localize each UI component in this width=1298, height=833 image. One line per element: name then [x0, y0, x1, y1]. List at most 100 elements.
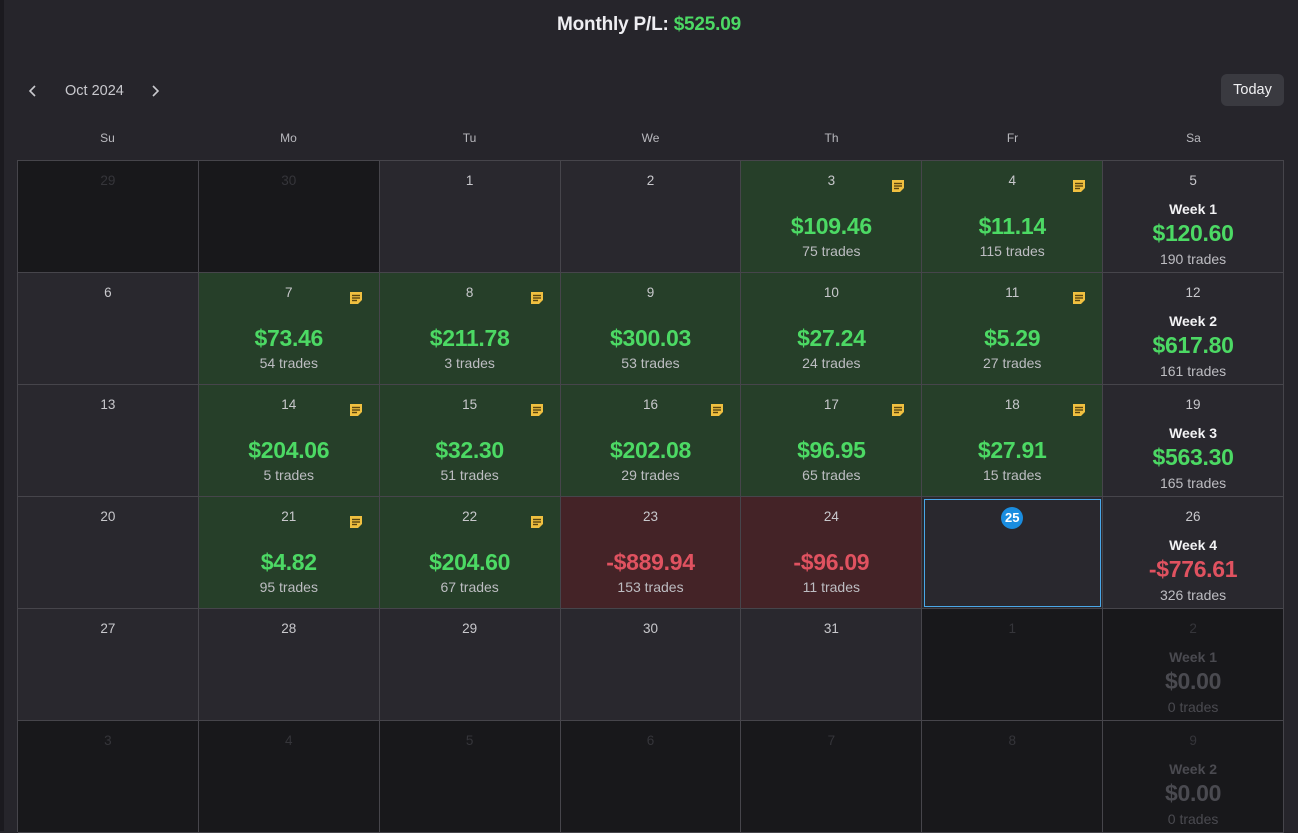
day-pl-value: $204.06: [248, 437, 330, 463]
calendar-day-cell[interactable]: 31: [741, 609, 923, 721]
calendar-day-cell[interactable]: 17 $96.95 65 trades: [741, 385, 923, 497]
calendar-day-cell[interactable]: 29: [379, 609, 561, 721]
calendar-day-cell[interactable]: 7 $73.46 54 trades: [198, 273, 380, 385]
week-trade-count: 326 trades: [1159, 587, 1227, 603]
calendar-day-cell[interactable]: 8: [922, 721, 1104, 833]
monthly-pl-header: Monthly P/L: $525.09: [0, 14, 1298, 36]
day-number: 1: [1008, 621, 1016, 636]
weekday-header: Sa: [1186, 131, 1201, 145]
calendar-day-cell[interactable]: 18 $27.91 15 trades: [922, 385, 1104, 497]
calendar-day-cell[interactable]: 10 $27.24 24 trades: [741, 273, 923, 385]
day-trade-count: 29 trades: [621, 467, 680, 483]
week-pl-value: $0.00: [1165, 780, 1222, 806]
calendar-day-cell[interactable]: 9 $300.03 53 trades: [560, 273, 742, 385]
calendar-day-cell[interactable]: 15 $32.30 51 trades: [379, 385, 561, 497]
calendar-day-cell[interactable]: 14 $204.06 5 trades: [198, 385, 380, 497]
calendar-day-cell[interactable]: 30: [560, 609, 742, 721]
calendar-day-cell[interactable]: 3 $109.46 75 trades: [741, 161, 923, 273]
calendar-day-cell[interactable]: 4 $11.14 115 trades: [922, 161, 1104, 273]
day-trade-count: 53 trades: [621, 355, 680, 371]
calendar-day-cell[interactable]: 6: [18, 273, 199, 385]
note-icon[interactable]: [348, 402, 364, 418]
week-label: Week 3: [1169, 425, 1218, 441]
day-pl-value: -$889.94: [606, 549, 695, 575]
calendar-day-cell[interactable]: 2: [560, 161, 742, 273]
week-pl-value: $563.30: [1152, 444, 1234, 470]
calendar-day-cell[interactable]: 22 $204.60 67 trades: [379, 497, 561, 609]
calendar-day-cell[interactable]: 30: [198, 161, 380, 273]
day-trade-count: 54 trades: [259, 355, 318, 371]
week-summary-cell[interactable]: 19 Week 3 $563.30 165 trades: [1103, 385, 1284, 497]
next-month-button[interactable]: [144, 76, 166, 106]
day-number: 3: [104, 733, 112, 748]
week-trade-count: 0 trades: [1167, 699, 1219, 715]
calendar-day-cell[interactable]: 23 -$889.94 153 trades: [560, 497, 742, 609]
week-summary-cell[interactable]: 2 Week 1 $0.00 0 trades: [1103, 609, 1284, 721]
day-number: 28: [281, 621, 297, 636]
note-icon[interactable]: [348, 514, 364, 530]
note-icon[interactable]: [529, 402, 545, 418]
calendar-day-cell[interactable]: 7: [741, 721, 923, 833]
note-icon[interactable]: [529, 290, 545, 306]
today-button[interactable]: Today: [1221, 74, 1284, 106]
week-summary-cell[interactable]: 26 Week 4 -$776.61 326 trades: [1103, 497, 1284, 609]
week-summary-cell[interactable]: 12 Week 2 $617.80 161 trades: [1103, 273, 1284, 385]
calendar-day-cell[interactable]: 16 $202.08 29 trades: [560, 385, 742, 497]
calendar-day-cell[interactable]: 24 -$96.09 11 trades: [741, 497, 923, 609]
note-icon[interactable]: [1071, 402, 1087, 418]
week-pl-value: $120.60: [1152, 220, 1234, 246]
calendar-day-cell[interactable]: 28: [198, 609, 380, 721]
note-icon[interactable]: [529, 514, 545, 530]
calendar-day-cell[interactable]: 3: [18, 721, 199, 833]
note-icon[interactable]: [890, 178, 906, 194]
day-trade-count: 27 trades: [983, 355, 1042, 371]
week-summary-cell[interactable]: 9 Week 2 $0.00 0 trades: [1103, 721, 1284, 833]
day-pl-value: $27.91: [977, 437, 1047, 463]
note-icon[interactable]: [1071, 290, 1087, 306]
week-pl-value: $617.80: [1152, 332, 1234, 358]
calendar-day-cell[interactable]: 4: [198, 721, 380, 833]
week-summary-cell[interactable]: 5 Week 1 $120.60 190 trades: [1103, 161, 1284, 273]
prev-month-button[interactable]: [22, 76, 44, 106]
chevron-left-icon: [28, 85, 36, 97]
day-number: 12: [1185, 285, 1201, 300]
day-pl-value: $109.46: [790, 213, 872, 239]
day-number: 5: [1189, 173, 1197, 188]
day-trade-count: 153 trades: [617, 579, 684, 595]
week-label: Week 4: [1169, 537, 1218, 553]
calendar-day-cell[interactable]: 11 $5.29 27 trades: [922, 273, 1104, 385]
day-pl-value: $300.03: [609, 325, 692, 351]
day-number: 30: [642, 621, 658, 636]
note-icon[interactable]: [1071, 178, 1087, 194]
calendar-day-cell[interactable]: 5: [379, 721, 561, 833]
note-icon[interactable]: [348, 290, 364, 306]
calendar-day-cell[interactable]: 13: [18, 385, 199, 497]
day-pl-value: $32.30: [435, 437, 504, 463]
calendar-day-cell[interactable]: 20: [18, 497, 199, 609]
day-pl-value: $4.82: [260, 549, 317, 575]
calendar-grid: 29 30 1 2 3 $109.46 75 trades 4 $11.14 115 trades…: [17, 160, 1284, 833]
calendar-day-cell[interactable]: 25: [922, 497, 1104, 609]
calendar-day-cell[interactable]: 1: [379, 161, 561, 273]
day-number: 9: [646, 285, 655, 300]
day-number: 19: [1185, 397, 1201, 412]
week-label: Week 1: [1169, 201, 1218, 217]
week-trade-count: 165 trades: [1159, 475, 1227, 491]
calendar-day-cell[interactable]: 1: [922, 609, 1104, 721]
day-number: 20: [100, 509, 116, 524]
calendar-day-cell[interactable]: 29: [18, 161, 199, 273]
week-trade-count: 0 trades: [1167, 811, 1219, 827]
day-number: 8: [1008, 733, 1016, 748]
calendar-day-cell[interactable]: 27: [18, 609, 199, 721]
weekday-header: Mo: [280, 131, 297, 145]
calendar-day-cell[interactable]: 21 $4.82 95 trades: [198, 497, 380, 609]
calendar-day-cell[interactable]: 6: [560, 721, 742, 833]
weekday-header: Tu: [462, 131, 477, 145]
day-number: 9: [1189, 733, 1197, 748]
day-trade-count: 3 trades: [444, 355, 495, 371]
day-number: 5: [465, 733, 474, 748]
note-icon[interactable]: [709, 402, 725, 418]
note-icon[interactable]: [890, 402, 906, 418]
calendar-day-cell[interactable]: 8 $211.78 3 trades: [379, 273, 561, 385]
week-label: Week 2: [1169, 313, 1218, 329]
